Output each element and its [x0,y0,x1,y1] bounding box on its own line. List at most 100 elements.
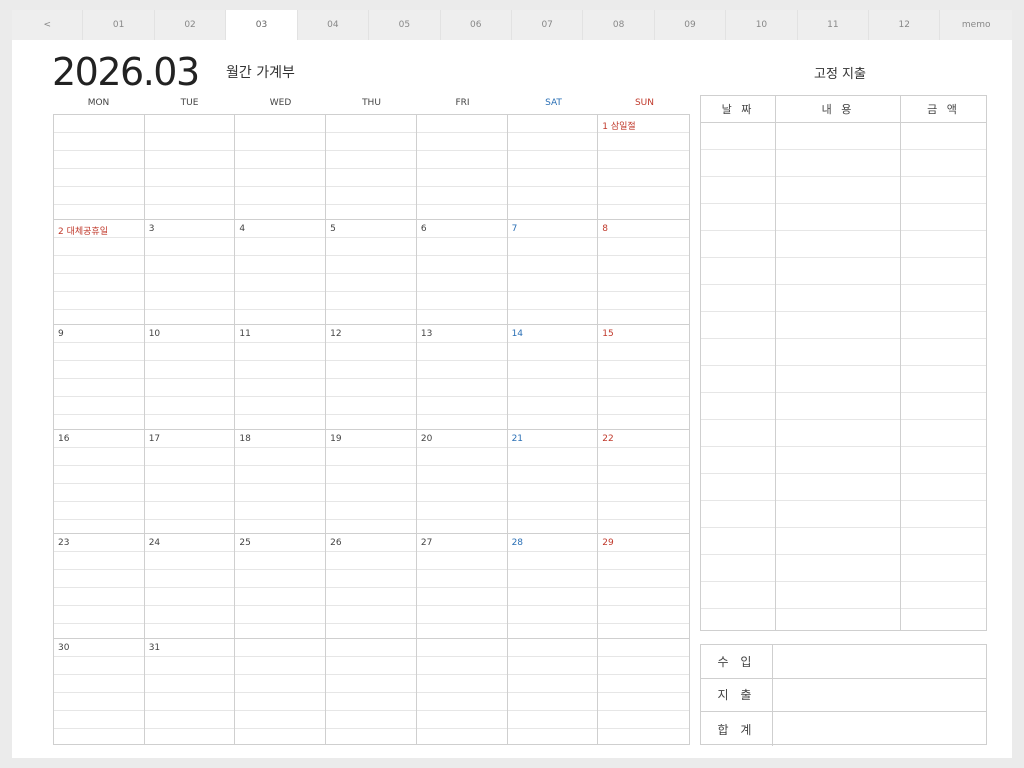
col-content[interactable] [776,123,901,630]
day-number: 18 [239,433,253,444]
day-number: 5 [330,223,338,234]
tab-month-04[interactable]: 04 [297,10,370,40]
col-date[interactable] [701,123,776,630]
day-number: 26 [330,538,344,549]
day-cell[interactable] [144,115,236,220]
day-number: 14 [511,328,526,339]
day-cell[interactable]: 4 [235,219,327,325]
day-number: 31 [148,643,163,654]
day-number: 7 [511,223,520,234]
day-cell[interactable]: 22 [598,429,689,535]
day-number: 15 [602,328,616,339]
expense-value[interactable] [773,679,986,712]
day-number: 10 [148,328,163,339]
tab-month-12[interactable]: 12 [869,10,941,40]
total-value[interactable] [773,712,986,746]
day-cell[interactable] [235,115,327,220]
day-cell[interactable]: 28 [507,534,599,640]
day-number: 19 [330,433,344,444]
day-cell[interactable]: 20 [416,429,508,535]
day-cell[interactable]: 8 [598,219,689,325]
day-number: 4 [239,223,248,234]
day-cell[interactable]: 13 [416,324,508,430]
day-number: 28 [511,538,526,549]
day-cell[interactable]: 16 [54,429,145,535]
day-cell[interactable]: 11 [235,324,327,430]
weekday-tue: TUE [180,98,199,108]
day-cell[interactable] [326,115,417,220]
day-cell[interactable]: 17 [144,429,236,535]
day-cell[interactable]: 23 [54,534,145,640]
fixed-expense-body[interactable] [701,123,986,630]
day-cell[interactable]: 5 [326,219,417,325]
tab-month-11[interactable]: 11 [797,10,870,40]
col-amount[interactable] [901,123,986,630]
day-cell[interactable]: 15 [598,324,689,430]
prev-tab[interactable]: < [12,10,84,40]
day-cell[interactable] [507,115,599,220]
day-cell[interactable]: 3 [144,219,236,325]
income-label: 수 입 [701,645,773,678]
day-cell[interactable] [598,639,689,744]
income-value[interactable] [773,645,986,678]
day-cell[interactable]: 1 삼일절 [598,115,689,220]
day-cell[interactable] [416,115,508,220]
summary-row-expense: 지 출 [701,678,986,713]
day-cell[interactable]: 26 [326,534,417,640]
tab-month-06[interactable]: 06 [440,10,512,40]
day-cell[interactable]: 10 [144,324,236,430]
day-number: 3 [148,223,157,234]
day-number: 16 [58,433,72,444]
day-cell[interactable]: 19 [326,429,417,535]
weekday-header: MON TUE WED THU FRI SAT SUN [53,98,690,114]
day-cell[interactable]: 6 [416,219,508,325]
tab-month-09[interactable]: 09 [654,10,727,40]
summary-row-total: 합 계 [701,712,986,746]
day-cell[interactable] [507,639,599,744]
tab-month-01[interactable]: 01 [83,10,155,40]
day-number: 2 대체공휴일 [58,223,110,237]
day-cell[interactable]: 2 대체공휴일 [54,219,145,325]
day-cell[interactable]: 9 [54,324,145,430]
day-cell[interactable]: 12 [326,324,417,430]
day-cell[interactable]: 21 [507,429,599,535]
day-cell[interactable] [416,639,508,744]
tab-month-07[interactable]: 07 [511,10,584,40]
day-cell[interactable]: 27 [416,534,508,640]
day-cell[interactable]: 31 [144,639,236,744]
day-number: 22 [602,433,616,444]
weekday-sun: SUN [634,98,655,108]
day-number: 20 [420,433,435,444]
total-label: 합 계 [701,712,773,746]
day-cell[interactable]: 18 [235,429,327,535]
tab-memo[interactable]: memo [940,10,1012,40]
day-cell[interactable]: 29 [598,534,689,640]
page-subtitle: 월간 가계부 [226,65,295,81]
tab-month-03[interactable]: 03 [226,10,298,40]
tab-month-02[interactable]: 02 [154,10,227,40]
day-number: 23 [58,538,72,549]
day-cell[interactable] [235,639,327,744]
day-cell[interactable] [326,639,417,744]
fixed-expense-header: 날 짜 내 용 금 액 [701,96,986,123]
day-number: 30 [58,643,72,654]
summary-row-income: 수 입 [701,645,986,679]
day-number: 25 [239,538,253,549]
day-cell[interactable]: 25 [235,534,327,640]
day-cell[interactable]: 14 [507,324,599,430]
day-cell[interactable] [54,115,145,220]
tab-month-10[interactable]: 10 [726,10,798,40]
day-cell[interactable]: 24 [144,534,236,640]
fixed-expense-title: 고정 지출 [814,67,866,82]
weekday-wed: WED [269,98,292,108]
day-cell[interactable]: 30 [54,639,145,744]
day-number: 13 [420,328,435,339]
day-number: 17 [148,433,163,444]
day-number: 6 [420,223,429,234]
tab-month-08[interactable]: 08 [583,10,655,40]
expense-label: 지 출 [701,678,773,712]
day-cell[interactable]: 7 [507,219,599,325]
tab-month-05[interactable]: 05 [369,10,441,40]
day-number: 1 삼일절 [602,119,638,132]
day-number: 12 [330,328,344,339]
